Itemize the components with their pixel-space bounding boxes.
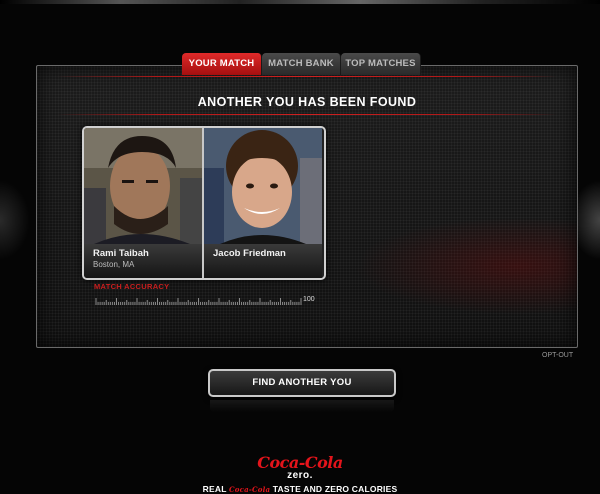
- tagline-prefix: REAL: [202, 484, 227, 494]
- button-reflection: [210, 400, 394, 412]
- tagline-suffix: TASTE AND ZERO CALORIES: [272, 484, 398, 494]
- tab-match-bank[interactable]: MATCH BANK: [262, 53, 341, 75]
- top-glow-strip: [0, 0, 600, 4]
- title-divider: [57, 114, 557, 115]
- opt-out-link[interactable]: OPT-OUT: [542, 352, 573, 359]
- tab-top-matches[interactable]: TOP MATCHES: [341, 53, 421, 75]
- panel-top-divider: [57, 76, 557, 77]
- scale-max-label: 100: [303, 296, 315, 303]
- zero-logo: zero.: [287, 470, 313, 481]
- match-panel: ANOTHER YOU HAS BEEN FOUND Rami Taibah B…: [36, 65, 578, 348]
- match-card-left[interactable]: Rami Taibah Boston, MA: [84, 128, 202, 278]
- tab-your-match[interactable]: YOUR MATCH: [182, 53, 262, 75]
- portrait-image-left: [84, 128, 202, 244]
- person-photo-left: [84, 128, 202, 244]
- tagline-mini-logo: Coca-Cola: [229, 485, 271, 494]
- match-name: Jacob Friedman: [213, 248, 286, 259]
- caption-left: Rami Taibah Boston, MA: [84, 244, 202, 278]
- page-title: ANOTHER YOU HAS BEEN FOUND: [197, 95, 417, 109]
- tab-bar: YOUR MATCH MATCH BANK TOP MATCHES: [182, 53, 421, 75]
- accuracy-scale: [95, 298, 302, 305]
- match-name: Rami Taibah: [93, 248, 149, 259]
- match-card-right[interactable]: Jacob Friedman: [202, 128, 322, 278]
- match-cards: Rami Taibah Boston, MA Jacob Friedman: [82, 126, 326, 280]
- tagline: REAL Coca-Cola TASTE AND ZERO CALORIES: [0, 484, 600, 494]
- match-location: Boston, MA: [93, 260, 135, 269]
- find-another-you-button[interactable]: FIND ANOTHER YOU: [208, 369, 396, 397]
- caption-right: Jacob Friedman: [204, 244, 322, 278]
- match-accuracy-label: MATCH ACCURACY: [94, 282, 170, 291]
- person-photo-right: [204, 128, 322, 244]
- left-edge-glow: [0, 180, 30, 260]
- portrait-image-right: [204, 128, 322, 244]
